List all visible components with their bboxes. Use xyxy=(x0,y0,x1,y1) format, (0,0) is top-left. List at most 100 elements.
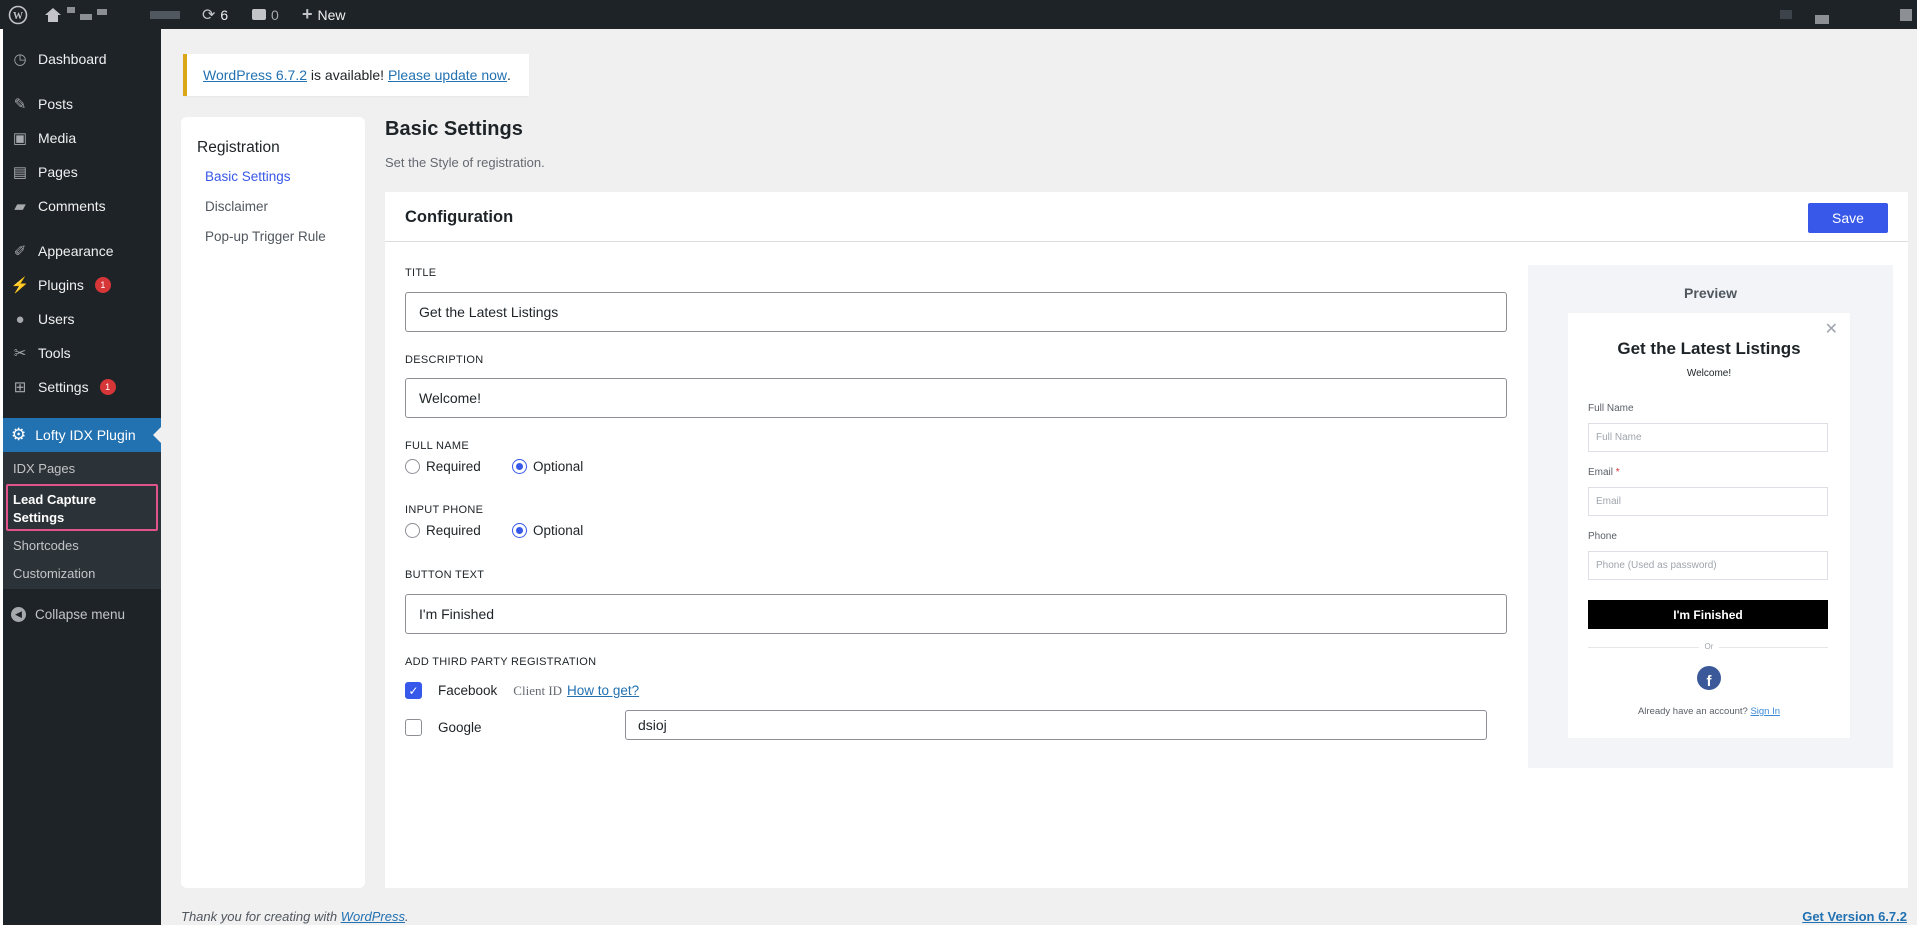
menu-item-pages[interactable]: ▤ Pages xyxy=(11,162,78,182)
menu-item-lofty-idx-plugin[interactable]: ⚙ Lofty IDX Plugin xyxy=(3,418,161,452)
email-label-text: Email xyxy=(1588,467,1614,478)
menu-label: Pages xyxy=(38,164,78,180)
updates-count: 6 xyxy=(220,6,229,23)
pages-icon: ▤ xyxy=(12,164,28,181)
pin-icon: ✎ xyxy=(13,96,27,113)
site-name-redacted xyxy=(80,13,92,20)
third-party-label: ADD THIRD PARTY REGISTRATION xyxy=(405,656,597,668)
phone-required-radio[interactable]: Required xyxy=(405,523,481,538)
preview-submit-button[interactable]: I'm Finished xyxy=(1588,600,1828,629)
how-to-get-link[interactable]: How to get? xyxy=(567,683,639,698)
facebook-row: ✓ Facebook Client ID How to get? xyxy=(405,682,639,699)
menu-item-comments[interactable]: ▰ Comments xyxy=(11,196,105,216)
subnav-popup-trigger-rule[interactable]: Pop-up Trigger Rule xyxy=(205,229,326,244)
subnav-heading: Registration xyxy=(197,139,280,156)
menu-item-users[interactable]: ● Users xyxy=(11,309,75,329)
new-content-button[interactable]: + New xyxy=(302,0,346,29)
submenu-idx-pages[interactable]: IDX Pages xyxy=(13,461,75,476)
facebook-icon[interactable]: f xyxy=(1697,666,1721,690)
menu-item-posts[interactable]: ✎ Posts xyxy=(11,94,73,114)
description-input[interactable]: Welcome! xyxy=(405,378,1507,418)
client-id-input[interactable]: dsioj xyxy=(625,710,1487,740)
footer-end: . xyxy=(405,909,409,924)
refresh-icon: ⟳ xyxy=(202,6,216,24)
menu-item-appearance[interactable]: ✐ Appearance xyxy=(11,241,114,261)
menu-item-dashboard[interactable]: ◷ Dashboard xyxy=(11,49,107,69)
google-checkbox[interactable] xyxy=(405,719,422,736)
wordpress-logo-icon[interactable]: W xyxy=(8,0,28,29)
preview-phone-input[interactable]: Phone (Used as password) xyxy=(1588,551,1828,580)
menu-item-plugins[interactable]: ⚡ Plugins 1 xyxy=(11,275,111,295)
comments-count: 0 xyxy=(271,6,279,23)
menu-item-media[interactable]: ▣ Media xyxy=(11,128,76,148)
submenu-shortcodes[interactable]: Shortcodes xyxy=(13,538,79,553)
notice-end: . xyxy=(507,67,511,83)
get-version-link[interactable]: Get Version 6.7.2 xyxy=(1802,909,1907,924)
footer-text: Thank you for creating with WordPress. xyxy=(181,909,409,924)
menu-label: Plugins xyxy=(38,277,84,293)
gear-icon: ⚙ xyxy=(11,425,27,444)
config-heading: Configuration xyxy=(405,208,514,226)
comments-button[interactable]: 0 xyxy=(252,0,279,29)
button-text-input[interactable]: I'm Finished xyxy=(405,594,1507,634)
avatar[interactable] xyxy=(1898,0,1914,29)
preview-heading: Preview xyxy=(1684,285,1737,301)
close-icon[interactable]: ✕ xyxy=(1825,319,1838,339)
menu-label: Media xyxy=(38,130,77,146)
google-row: Google xyxy=(405,719,482,736)
brush-icon: ✐ xyxy=(13,243,27,260)
submenu-customization[interactable]: Customization xyxy=(13,566,95,581)
collapse-menu-button[interactable]: ◀ Collapse menu xyxy=(11,604,125,624)
title-input[interactable]: Get the Latest Listings xyxy=(405,292,1507,332)
or-text: Or xyxy=(1699,642,1719,651)
preview-email-label: Email * xyxy=(1588,467,1620,478)
save-button[interactable]: Save xyxy=(1808,203,1888,233)
title-label: TITLE xyxy=(405,267,437,279)
facebook-checkbox[interactable]: ✓ xyxy=(405,682,422,699)
menu-label: Dashboard xyxy=(38,51,107,67)
plus-icon: + xyxy=(302,4,313,24)
radio-circle xyxy=(405,459,420,474)
radio-label: Optional xyxy=(533,523,584,538)
user-icon: ● xyxy=(15,310,25,328)
updates-button[interactable]: ⟳ 6 xyxy=(202,0,228,29)
admin-bar: W ⟳ 6 0 + New xyxy=(0,0,1917,29)
menu-label: Lofty IDX Plugin xyxy=(35,427,136,443)
preview-email-input[interactable]: Email xyxy=(1588,487,1828,516)
preview-signin-row: Already have an account? Sign In xyxy=(1568,706,1850,717)
full-name-label: FULL NAME xyxy=(405,440,470,452)
site-home-icon[interactable] xyxy=(44,0,107,29)
radio-circle-selected xyxy=(512,459,527,474)
menu-item-tools[interactable]: ✂ Tools xyxy=(11,343,71,363)
menu-label: Users xyxy=(38,311,75,327)
subnav-disclaimer[interactable]: Disclaimer xyxy=(205,199,268,214)
lofty-submenu: IDX Pages Lead Capture Settings Shortcod… xyxy=(3,452,161,589)
footer-thanks: Thank you for creating with xyxy=(181,909,341,924)
phone-optional-radio[interactable]: Optional xyxy=(512,523,583,538)
collapse-label: Collapse menu xyxy=(35,606,126,622)
main-content: WordPress 6.7.2 is available! Please upd… xyxy=(161,29,1917,925)
full-name-optional-radio[interactable]: Optional xyxy=(512,459,583,474)
update-notice: WordPress 6.7.2 is available! Please upd… xyxy=(183,54,529,96)
wordpress-link[interactable]: WordPress xyxy=(341,909,405,924)
preview-panel: Preview ✕ Get the Latest Listings Welcom… xyxy=(1528,265,1893,768)
new-label: New xyxy=(317,6,346,23)
preview-fullname-input[interactable]: Full Name xyxy=(1588,423,1828,452)
input-phone-label: INPUT PHONE xyxy=(405,504,484,516)
comment-icon: ▰ xyxy=(14,198,26,215)
menu-item-settings[interactable]: ⊞ Settings 1 xyxy=(11,377,116,397)
settings-icon: ⊞ xyxy=(13,379,27,396)
sign-in-link[interactable]: Sign In xyxy=(1750,706,1780,717)
comment-icon xyxy=(252,9,266,20)
media-icon: ▣ xyxy=(12,130,28,147)
account-text: Already have an account? xyxy=(1637,706,1748,717)
wordpress-version-link[interactable]: WordPress 6.7.2 xyxy=(203,67,307,83)
full-name-required-radio[interactable]: Required xyxy=(405,459,481,474)
required-mark: * xyxy=(1615,467,1620,478)
subnav-basic-settings[interactable]: Basic Settings xyxy=(205,169,291,184)
page-title: Basic Settings xyxy=(385,118,523,140)
radio-circle-selected xyxy=(512,523,527,538)
submenu-lead-capture-settings[interactable]: Lead Capture Settings xyxy=(13,491,123,527)
svg-text:W: W xyxy=(13,11,23,22)
update-now-link[interactable]: Please update now xyxy=(388,67,507,83)
